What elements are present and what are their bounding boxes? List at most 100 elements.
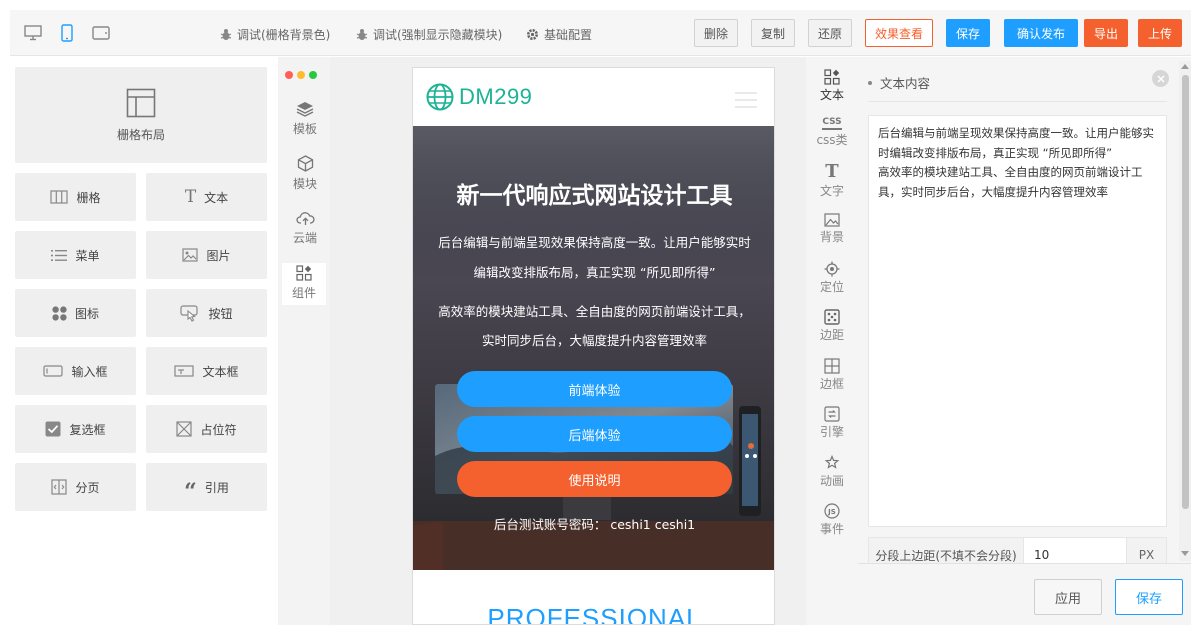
widgets-icon xyxy=(824,69,840,85)
hero-paragraph-2-line-2: 实时同步后台，大幅度提升内容管理效率 xyxy=(481,333,707,348)
prop-tab-label: 文字 xyxy=(819,184,844,198)
test-account-text: 后台测试账号密码： ceshi1 ceshi1 xyxy=(493,517,696,532)
scroll-down-icon[interactable] xyxy=(1181,551,1189,557)
tablet-icon[interactable] xyxy=(90,23,112,43)
prop-tab-background[interactable]: 背景 xyxy=(812,213,852,245)
component-textarea[interactable]: 文本框 xyxy=(146,347,267,395)
preview-button[interactable]: 效果查看 xyxy=(865,19,933,47)
panel-footer: 应用 保存 xyxy=(858,563,1191,625)
prop-tab-animation[interactable]: 动画 xyxy=(812,455,852,489)
divider xyxy=(868,101,1167,102)
columns-icon xyxy=(50,190,69,204)
component-label: 占位符 xyxy=(200,422,237,437)
back-demo-button[interactable]: 后端体验 xyxy=(457,416,732,452)
green-dot-icon xyxy=(309,71,317,79)
menu-icon xyxy=(51,249,68,261)
scroll-up-icon[interactable] xyxy=(1181,63,1189,69)
hamburger-menu-icon[interactable] xyxy=(735,92,757,108)
border-icon xyxy=(824,358,840,374)
side-tab-template[interactable]: 模板 xyxy=(284,101,326,137)
upload-button[interactable]: 上传 xyxy=(1138,19,1182,47)
prop-tab-padding[interactable]: 边距 xyxy=(812,309,852,343)
side-tab-label: 云端 xyxy=(292,231,317,245)
component-label: 按钮 xyxy=(208,306,233,321)
delete-button[interactable]: 删除 xyxy=(694,19,738,47)
component-label: 复选框 xyxy=(69,422,106,437)
editor-line: 时编辑改变排版布局，真正实现 “所见即所得” xyxy=(878,145,1113,160)
site-logo[interactable]: DM299 xyxy=(425,82,532,112)
prop-tab-css[interactable]: CSS css类 xyxy=(812,117,852,148)
component-label: 栅格 xyxy=(76,190,101,205)
text-content-editor[interactable]: 后台编辑与前端呈现效果保持高度一致。让用户能够实 时编辑改变排版布局，真正实现 … xyxy=(868,115,1167,527)
component-input[interactable]: 输入框 xyxy=(15,347,136,395)
button-hand-icon xyxy=(180,304,199,322)
save-button[interactable]: 保存 xyxy=(946,19,990,47)
text-icon: T xyxy=(184,187,197,207)
component-icon[interactable]: 图标 xyxy=(15,289,136,337)
side-tab-module[interactable]: 模块 xyxy=(284,155,326,192)
prop-tab-font[interactable]: T 文字 xyxy=(812,163,852,199)
component-button[interactable]: 按钮 xyxy=(146,289,267,337)
quote-icon: “ xyxy=(184,478,197,505)
copy-button[interactable]: 复制 xyxy=(751,19,795,47)
checkbox-icon xyxy=(45,421,61,437)
base-config-link[interactable]: 基础配置 xyxy=(526,26,592,43)
prop-tab-label: 文本 xyxy=(819,88,844,102)
export-button[interactable]: 导出 xyxy=(1084,19,1128,47)
window-dots xyxy=(285,71,317,79)
desktop-icon[interactable] xyxy=(22,23,44,43)
apply-button[interactable]: 应用 xyxy=(1034,579,1102,615)
close-icon[interactable] xyxy=(1152,70,1169,87)
guide-button[interactable]: 使用说明 xyxy=(457,461,732,497)
component-checkbox[interactable]: 复选框 xyxy=(15,405,136,453)
component-quote[interactable]: “ 引用 xyxy=(146,463,267,511)
debug-grid-link[interactable]: 调试(栅格背景色) xyxy=(220,26,330,43)
component-label: 图片 xyxy=(206,248,231,263)
layers-icon xyxy=(296,102,314,117)
side-tab-widgets[interactable]: 组件 xyxy=(282,263,326,305)
prop-tab-border[interactable]: 边框 xyxy=(812,358,852,392)
padding-icon xyxy=(824,309,840,325)
widgets-icon xyxy=(296,265,312,281)
grid-layout-label: 栅格布局 xyxy=(116,127,165,142)
publish-button[interactable]: 确认发布 xyxy=(1004,19,1078,47)
prop-tab-label: 边距 xyxy=(819,328,844,342)
mobile-preview[interactable]: DM299 新一代响应式网站设计工具 后台编辑与前端呈现效果保持高度一致。让用户… xyxy=(412,67,775,625)
property-tab-column: 文本 CSS css类 T 文字 背景 定位 边距 边框 引擎 动画 JS 事件 xyxy=(806,57,858,625)
component-image[interactable]: 图片 xyxy=(146,231,267,279)
yellow-dot-icon xyxy=(297,71,305,79)
component-label: 文本框 xyxy=(202,364,239,379)
side-tab-label: 模板 xyxy=(292,122,317,136)
bullet-icon xyxy=(868,80,872,85)
panel-save-button[interactable]: 保存 xyxy=(1115,579,1183,615)
front-demo-button[interactable]: 前端体验 xyxy=(457,371,732,407)
grid-layout-icon xyxy=(126,88,156,117)
component-menu[interactable]: 菜单 xyxy=(15,231,136,279)
bug-icon xyxy=(356,29,368,40)
prop-tab-position[interactable]: 定位 xyxy=(812,261,852,295)
scrollbar[interactable] xyxy=(1179,61,1191,561)
prop-tab-event[interactable]: JS 事件 xyxy=(812,503,852,537)
hero-paragraph-1-line-1: 后台编辑与前端呈现效果保持高度一致。让用户能够实时 xyxy=(438,235,751,250)
component-pagination[interactable]: 分页 xyxy=(15,463,136,511)
component-label: 图标 xyxy=(74,306,99,321)
prop-tab-text[interactable]: 文本 xyxy=(812,69,852,103)
component-grid[interactable]: 栅格 xyxy=(15,173,136,221)
component-label: 文本 xyxy=(204,190,229,205)
side-tab-column: 模板 模块 云端 组件 xyxy=(278,57,348,625)
text-content-title: 文本内容 xyxy=(880,76,931,91)
component-text[interactable]: T 文本 xyxy=(146,173,267,221)
component-placeholder[interactable]: 占位符 xyxy=(146,405,267,453)
grid-layout-component[interactable]: 栅格布局 xyxy=(15,67,267,163)
mobile-icon[interactable] xyxy=(56,23,78,43)
debug-grid-label: 调试(栅格背景色) xyxy=(237,28,331,42)
scrollbar-thumb[interactable] xyxy=(1182,75,1189,509)
prop-tab-engine[interactable]: 引擎 xyxy=(812,406,852,440)
hero-banner: 新一代响应式网站设计工具 后台编辑与前端呈现效果保持高度一致。让用户能够实时 编… xyxy=(413,126,774,570)
side-tab-cloud[interactable]: 云端 xyxy=(284,211,326,246)
component-label: 引用 xyxy=(204,480,229,495)
restore-button[interactable]: 还原 xyxy=(808,19,852,47)
section-heading: PROFESSIONAL xyxy=(487,603,702,625)
debug-hidden-link[interactable]: 调试(强制显示隐藏模块) xyxy=(356,26,502,43)
gear-icon xyxy=(527,29,538,40)
